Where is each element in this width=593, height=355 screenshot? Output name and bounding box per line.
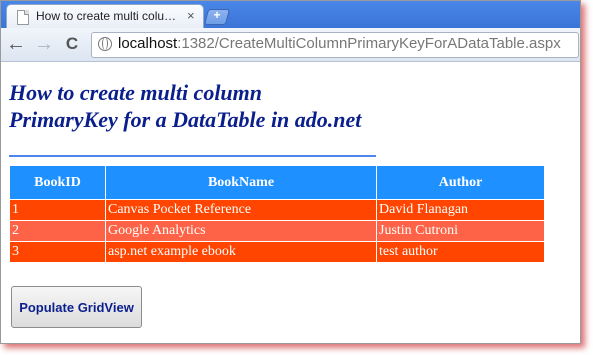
column-header-bookname: BookName [105,165,377,200]
back-button[interactable]: ← [5,33,27,55]
cell-bookid: 1 [9,199,106,221]
tab-title: How to create multi colu… [36,9,176,23]
table-row: 3 asp.net example ebook test author [9,241,545,263]
browser-toolbar: ← → C localhost:1382/CreateMultiColumnPr… [1,28,580,62]
cell-bookname: Canvas Pocket Reference [105,199,377,221]
browser-window: How to create multi colu… × + ← → C loca… [0,0,581,344]
column-header-bookid: BookID [9,165,106,200]
reload-button[interactable]: C [61,33,83,55]
browser-tab[interactable]: How to create multi colu… × [6,4,204,29]
column-header-author: Author [376,165,545,200]
page-icon [17,10,29,25]
table-row: 1 Canvas Pocket Reference David Flanagan [9,199,545,221]
plus-icon: + [213,8,221,22]
table-header-row: BookID BookName Author [9,165,545,200]
page-title-line2: PrimaryKey for a DataTable in ado.net [9,107,362,132]
books-gridview: BookID BookName Author 1 Canvas Pocket R… [9,165,545,263]
cell-bookname: Google Analytics [105,220,377,242]
address-bar[interactable]: localhost:1382/CreateMultiColumnPrimaryK… [91,32,579,58]
populate-gridview-button[interactable]: Populate GridView [11,286,142,328]
forward-button[interactable]: → [33,33,55,55]
page-title: How to create multi column PrimaryKey fo… [9,79,429,133]
url-host: localhost [118,35,178,52]
url-text: localhost:1382/CreateMultiColumnPrimaryK… [118,35,561,52]
table-row: 2 Google Analytics Justin Cutroni [9,220,545,242]
url-path: :1382/CreateMultiColumnPrimaryKeyForADat… [177,35,561,52]
close-tab-icon[interactable]: × [187,8,195,23]
tab-strip: How to create multi colu… × + [1,1,580,29]
cell-author: Justin Cutroni [376,220,545,242]
page-title-line1: How to create multi column [9,80,263,105]
cell-author: David Flanagan [376,199,545,221]
divider [9,155,376,157]
globe-icon [98,37,112,51]
new-tab-button[interactable]: + [203,8,231,25]
cell-bookid: 2 [9,220,106,242]
cell-author: test author [376,241,545,263]
cell-bookname: asp.net example ebook [105,241,377,263]
cell-bookid: 3 [9,241,106,263]
